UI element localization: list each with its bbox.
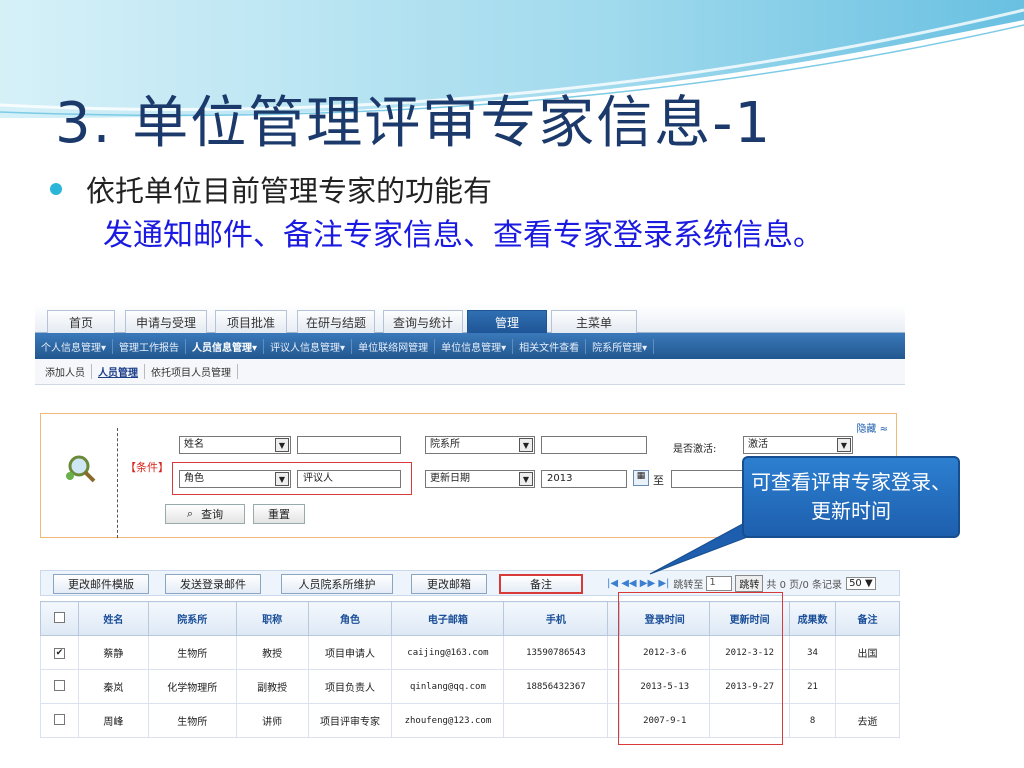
cell-phone bbox=[503, 703, 609, 738]
tab-apply[interactable]: 申请与受理 bbox=[125, 310, 207, 333]
field1-input[interactable] bbox=[297, 436, 401, 454]
cell-phone: 18856432367 bbox=[503, 669, 609, 704]
bullet-text: 依托单位目前管理专家的功能有 bbox=[86, 174, 493, 208]
tab-approve[interactable]: 项目批准 bbox=[215, 310, 287, 333]
page-size-select[interactable]: 50 ▼ bbox=[846, 577, 876, 590]
nav-personal[interactable]: 个人信息管理▾ bbox=[35, 338, 114, 354]
cell-results: 21 bbox=[789, 669, 837, 704]
field2-input[interactable] bbox=[541, 436, 647, 454]
cell-email: zhoufeng@123.com bbox=[391, 703, 505, 738]
select-all-checkbox[interactable] bbox=[40, 601, 79, 636]
hide-link[interactable]: 隐藏 ≈ bbox=[856, 420, 888, 435]
cell-note bbox=[835, 669, 900, 704]
col-dept: 院系所 bbox=[147, 601, 237, 636]
cell-note: 出国 bbox=[835, 635, 900, 670]
calendar-icon[interactable]: ▦ bbox=[633, 470, 649, 486]
bullet-line: 依托单位目前管理专家的功能有 bbox=[50, 168, 492, 210]
cell-results: 8 bbox=[789, 703, 837, 738]
callout-box: 可查看评审专家登录、更新时间 bbox=[742, 456, 960, 538]
active-select[interactable]: 激活 ▼ bbox=[743, 436, 853, 454]
note-button[interactable]: 备注 bbox=[499, 574, 583, 594]
nav-dept[interactable]: 院系所管理▾ bbox=[586, 338, 655, 354]
cell-title: 讲师 bbox=[235, 703, 309, 738]
tab-research[interactable]: 在研与结题 bbox=[297, 310, 375, 333]
cell-email: caijing@163.com bbox=[391, 635, 505, 670]
col-name: 姓名 bbox=[77, 601, 149, 636]
date-from-input[interactable]: 2013 bbox=[541, 470, 627, 488]
subnav-project[interactable]: 依托项目人员管理 bbox=[145, 364, 238, 379]
field1-select[interactable]: 姓名 ▼ bbox=[179, 436, 291, 454]
tab-query[interactable]: 查询与统计 bbox=[383, 310, 463, 333]
top-tabs: 首页 申请与受理 项目批准 在研与结题 查询与统计 管理 主菜单 bbox=[35, 305, 905, 333]
col-note: 备注 bbox=[835, 601, 900, 636]
reset-button[interactable]: 重置 bbox=[253, 504, 305, 524]
col-phone: 手机 bbox=[503, 601, 609, 636]
dropdown-arrow-icon: ▼ bbox=[519, 438, 533, 452]
condition-label: 【条件】 bbox=[125, 461, 169, 474]
row-checkbox[interactable]: ✔ bbox=[40, 635, 79, 670]
col-title: 职称 bbox=[235, 601, 309, 636]
role-input[interactable]: 评议人 bbox=[297, 470, 401, 488]
active-label: 是否激活: bbox=[673, 444, 717, 455]
tab-main-menu[interactable]: 主菜单 bbox=[551, 310, 637, 333]
row-checkbox[interactable] bbox=[40, 669, 79, 704]
cell-dept: 化学物理所 bbox=[147, 669, 237, 704]
col-role: 角色 bbox=[307, 601, 393, 636]
cell-dept: 生物所 bbox=[147, 703, 237, 738]
dept-maintain-button[interactable]: 人员院系所维护 bbox=[281, 574, 393, 594]
cell-name: 秦岚 bbox=[77, 669, 149, 704]
slide-title: 3. 单位管理评审专家信息-1 bbox=[55, 91, 773, 156]
tab-home[interactable]: 首页 bbox=[47, 310, 115, 333]
edit-mail-template-button[interactable]: 更改邮件模版 bbox=[53, 574, 149, 594]
nav-staff[interactable]: 人员信息管理▾ bbox=[186, 338, 265, 354]
to-label: 至 bbox=[653, 474, 664, 487]
nav-unit[interactable]: 单位信息管理▾ bbox=[435, 338, 514, 354]
cell-role: 项目负责人 bbox=[307, 669, 393, 704]
nav-bar: 个人信息管理▾ 管理工作报告 人员信息管理▾ 评议人信息管理▾ 单位联络网管理 … bbox=[35, 333, 905, 359]
subnav-add[interactable]: 添加人员 bbox=[39, 364, 92, 379]
send-login-mail-button[interactable]: 发送登录邮件 bbox=[165, 574, 261, 594]
time-columns-highlight bbox=[618, 592, 783, 745]
subnav-manage[interactable]: 人员管理 bbox=[92, 364, 145, 379]
magnifier-icon bbox=[66, 455, 96, 483]
nav-report[interactable]: 管理工作报告 bbox=[113, 338, 187, 354]
col-results: 成果数 bbox=[789, 601, 837, 636]
detail-text: 发通知邮件、备注专家信息、查看专家登录系统信息。 bbox=[103, 218, 823, 253]
dropdown-arrow-icon: ▼ bbox=[275, 438, 289, 452]
nav-files[interactable]: 相关文件查看 bbox=[513, 338, 587, 354]
cell-role: 项目评审专家 bbox=[307, 703, 393, 738]
role-select[interactable]: 角色 ▼ bbox=[179, 470, 291, 488]
nav-reviewer[interactable]: 评议人信息管理▾ bbox=[264, 338, 353, 354]
cell-note: 去逝 bbox=[835, 703, 900, 738]
date-select[interactable]: 更新日期 ▼ bbox=[425, 470, 535, 488]
cell-name: 周峰 bbox=[77, 703, 149, 738]
col-email: 电子邮箱 bbox=[391, 601, 505, 636]
bullet-dot-icon bbox=[50, 183, 62, 195]
date-to-input[interactable] bbox=[671, 470, 751, 488]
dropdown-arrow-icon: ▼ bbox=[837, 438, 851, 452]
cell-dept: 生物所 bbox=[147, 635, 237, 670]
field2-select[interactable]: 院系所 ▼ bbox=[425, 436, 535, 454]
search-icon: ⌕ bbox=[186, 507, 194, 520]
cell-role: 项目申请人 bbox=[307, 635, 393, 670]
pager-info: 共 0 页/0 条记录 bbox=[766, 580, 843, 591]
cell-phone: 13590786543 bbox=[503, 635, 609, 670]
row-checkbox[interactable] bbox=[40, 703, 79, 738]
divider bbox=[117, 428, 118, 538]
nav-contact[interactable]: 单位联络网管理 bbox=[352, 338, 436, 354]
query-button[interactable]: ⌕ 查询 bbox=[165, 504, 245, 524]
cell-email: qinlang@qq.com bbox=[391, 669, 505, 704]
dropdown-arrow-icon: ▼ bbox=[275, 472, 289, 486]
sub-nav: 添加人员 人员管理 依托项目人员管理 bbox=[35, 359, 905, 385]
cell-title: 副教授 bbox=[235, 669, 309, 704]
change-email-button[interactable]: 更改邮箱 bbox=[411, 574, 487, 594]
cell-results: 34 bbox=[789, 635, 837, 670]
dropdown-arrow-icon: ▼ bbox=[519, 472, 533, 486]
cell-title: 教授 bbox=[235, 635, 309, 670]
tab-manage[interactable]: 管理 bbox=[467, 310, 547, 333]
cell-name: 蔡静 bbox=[77, 635, 149, 670]
